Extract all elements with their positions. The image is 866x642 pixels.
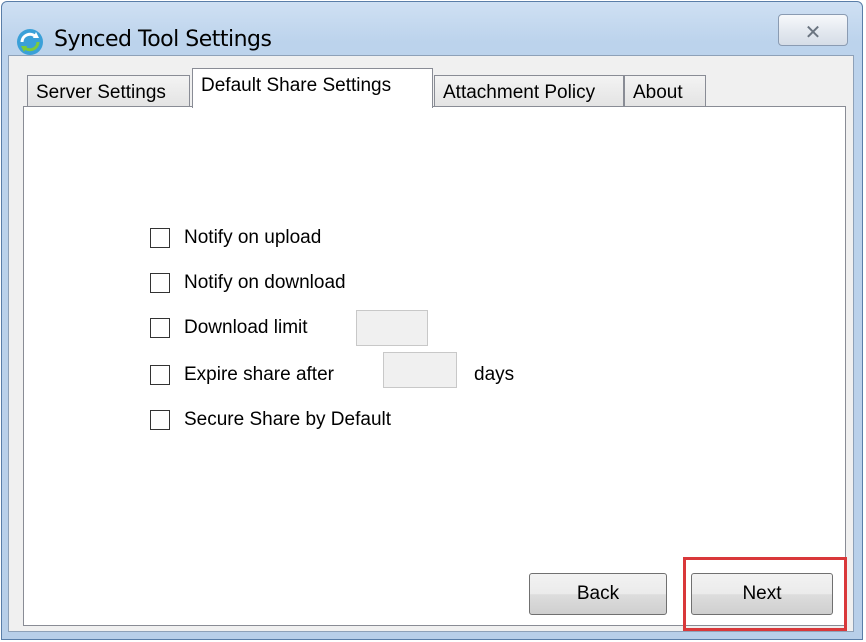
tab-attachment-policy[interactable]: Attachment Policy (434, 75, 624, 107)
notify-upload-label: Notify on upload (184, 227, 322, 248)
expire-share-option[interactable]: Expire share after (150, 362, 334, 388)
close-button[interactable]: ✕ (778, 14, 848, 46)
next-button-highlight (683, 557, 847, 631)
window-title: Synced Tool Settings (54, 27, 272, 52)
secure-share-label: Secure Share by Default (184, 409, 392, 430)
close-icon: ✕ (804, 20, 822, 44)
download-limit-label: Download limit (184, 317, 308, 338)
sync-icon (17, 29, 43, 55)
download-limit-option[interactable]: Download limit (150, 315, 308, 341)
expire-days-input[interactable] (383, 352, 457, 388)
download-limit-input[interactable] (356, 310, 428, 346)
days-unit-label: days (474, 364, 515, 385)
secure-share-checkbox[interactable] (150, 410, 170, 430)
notify-upload-option[interactable]: Notify on upload (150, 225, 321, 251)
notify-download-label: Notify on download (184, 272, 346, 293)
notify-download-option[interactable]: Notify on download (150, 270, 346, 296)
title-bar[interactable]: Synced Tool Settings ✕ (2, 2, 862, 55)
tab-about[interactable]: About (624, 75, 706, 107)
back-button[interactable]: Back (529, 573, 667, 615)
expire-share-checkbox[interactable] (150, 365, 170, 385)
secure-share-option[interactable]: Secure Share by Default (150, 407, 391, 433)
download-limit-checkbox[interactable] (150, 318, 170, 338)
notify-upload-checkbox[interactable] (150, 228, 170, 248)
tab-server-settings[interactable]: Server Settings (27, 75, 190, 107)
notify-download-checkbox[interactable] (150, 273, 170, 293)
tab-default-share-settings[interactable]: Default Share Settings (192, 68, 433, 108)
expire-share-label: Expire share after (184, 364, 334, 385)
